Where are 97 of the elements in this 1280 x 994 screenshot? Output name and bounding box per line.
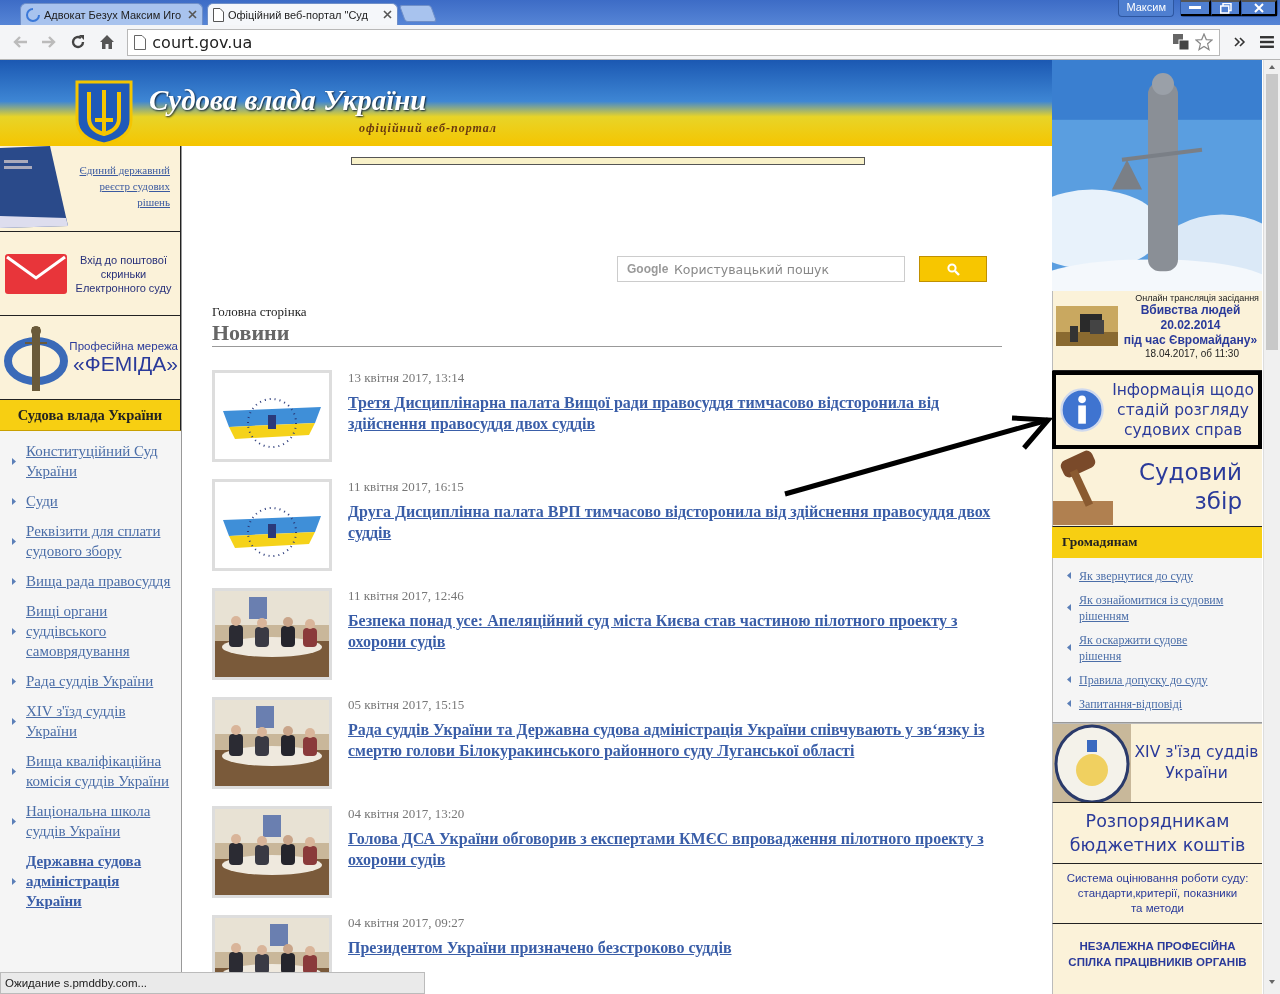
bullet-icon [12, 767, 16, 775]
livestream-caption: Онлайн трансляція засідання [1135, 293, 1259, 304]
search-icon [946, 262, 960, 276]
page-icon [134, 34, 147, 50]
sidebar-link[interactable]: Реквізити для сплати судового збору [26, 521, 171, 561]
status-bar: Ожидание s.pmddby.com... [0, 972, 425, 994]
news-link[interactable]: Друга Дисциплінна палата ВРП тимчасово відсторонила від здійснення правосуддя двох суддів [348, 501, 998, 543]
sidebar-link[interactable]: Як оскаржити судове рішення [1079, 631, 1229, 664]
congress-banner-text: XIV з'їзд суддів України [1133, 741, 1260, 784]
court-fee-text: Судовий збір [1137, 458, 1243, 517]
bullet-icon [1067, 700, 1071, 707]
news-date: 11 квітня 2017, 12:46 [348, 588, 465, 604]
star-icon[interactable] [1195, 33, 1214, 51]
bullet-icon [12, 627, 16, 635]
bullet-icon [1067, 604, 1071, 611]
sidebar-heading: Судова влада України [0, 400, 181, 431]
news-date: 13 квітня 2017, 13:14 [348, 370, 466, 386]
new-tab-button[interactable] [398, 5, 438, 22]
browser-tab[interactable]: Офіційний веб-портал "Суд [207, 3, 398, 25]
info-banner[interactable]: Інформація щодо стадій розгляду судових справ [1052, 371, 1262, 449]
sidebar-link[interactable]: Вища кваліфікаційна комісія суддів України [26, 751, 171, 791]
budget-banner-text: Розпорядникам бюджетних коштів [1069, 809, 1246, 857]
femida-banner[interactable]: Професійна мережа «ФЕМІДА» [0, 316, 181, 400]
registry-link[interactable]: Єдиний державний реєстр судових рішень [70, 146, 180, 210]
close-icon[interactable] [188, 10, 197, 19]
search-button[interactable] [919, 256, 987, 282]
sidebar-link[interactable]: Як ознайомитися із судовим рішенням [1079, 591, 1229, 624]
livestream-title: Вбивства людей 20.02.2014 під час Євромайдану» [1122, 303, 1258, 348]
search-brand: Google [627, 262, 669, 276]
femida-caption: Професійна мережа [69, 339, 178, 352]
restore-button[interactable] [1211, 0, 1241, 16]
page-icon [213, 7, 224, 22]
section-heading: Новини [212, 320, 1002, 347]
sidebar-link[interactable]: Державна судова адміністрація України [26, 851, 171, 911]
site-subtitle: офіційний веб-портал [359, 121, 497, 136]
evaluation-banner-text: Система оцінювання роботи суду: стандарти,критерії, показники та методи [1066, 871, 1249, 917]
bullet-icon [12, 537, 16, 545]
bullet-icon [12, 577, 16, 585]
femida-title: «ФЕМІДА» [73, 351, 178, 376]
sidebar-link[interactable]: Рада суддів України [26, 671, 171, 691]
news-link[interactable]: Безпека понад усе: Апеляційний суд міста Києва став частиною пілотного проекту з охорони судів [348, 610, 998, 652]
sidebar-link[interactable]: Суди [26, 491, 171, 511]
bullet-icon [1067, 572, 1071, 579]
bullet-icon [12, 877, 16, 885]
news-link[interactable]: Рада суддів України та Державна судова адміністрація України співчувають у зв‘язку із смертю голови Білокуракинського районного суду Луганської області [348, 719, 998, 761]
bullet-icon [12, 817, 16, 825]
site-title: Судова влада України [149, 84, 428, 117]
sidebar-link[interactable]: Вищі органи суддівського самоврядування [26, 601, 171, 661]
budget-banner[interactable]: Розпорядникам бюджетних коштів [1052, 802, 1262, 865]
mail-banner[interactable]: Вхід до поштової скриньки Електронного суду [0, 232, 181, 316]
sidebar-link[interactable]: Вища рада правосуддя [26, 571, 171, 591]
trident-shield-icon[interactable] [75, 80, 133, 146]
news-date: 04 квітня 2017, 09:27 [348, 915, 466, 931]
congress-banner[interactable]: XIV з'їзд суддів України [1052, 722, 1262, 803]
news-date: 11 квітня 2017, 16:15 [348, 479, 465, 495]
address-bar[interactable]: court.gov.ua [127, 28, 1221, 56]
breadcrumb[interactable]: Головна сторінка [212, 304, 1002, 320]
sidebar-link[interactable]: Національна школа суддів України [26, 801, 171, 841]
envelope-icon [5, 253, 67, 294]
scrollbar[interactable] [1263, 60, 1280, 994]
mail-banner-text: Вхід до поштової скриньки Електронного суду [74, 252, 173, 295]
loading-spinner-icon [26, 7, 40, 22]
news-date: 05 квітня 2017, 15:15 [348, 697, 466, 713]
bullet-icon [12, 677, 16, 685]
livestream-banner[interactable]: Онлайн трансляція засідання Вбивства людей 20.02.2014 під час Євромайдану» 18.04.2017, об 11:30 [1052, 291, 1262, 372]
evaluation-banner[interactable]: Система оцінювання роботи суду: стандарти,критерії, показники та методи [1052, 864, 1262, 925]
court-fee-banner[interactable]: Судовий збір [1052, 448, 1262, 527]
news-date: 04 квітня 2017, 13:20 [348, 806, 466, 822]
livestream-time: 18.04.2017, об 11:30 [1145, 348, 1239, 360]
minimize-icon [1189, 6, 1201, 10]
news-link[interactable]: Третя Дисциплінарна палата Вищої ради правосуддя тимчасово відсторонила від здійснення правосуддя двох суддів [348, 392, 998, 434]
bullet-icon [12, 717, 16, 725]
bullet-icon [12, 457, 16, 465]
union-banner[interactable]: НЕЗАЛЕЖНА ПРОФЕСІЙНА СПІЛКА ПРАЦІВНИКІВ ОРГАНІВ [1052, 924, 1262, 994]
minimize-button[interactable] [1181, 0, 1211, 16]
news-link[interactable]: Голова ДСА України обговорив з експертами КМЄС впровадження пілотного проекту з охорони судів [348, 828, 998, 870]
bullet-icon [1067, 676, 1071, 683]
user-button[interactable]: Максим [1118, 0, 1174, 17]
union-banner-text: НЕЗАЛЕЖНА ПРОФЕСІЙНА СПІЛКА ПРАЦІВНИКІВ ОРГАНІВ [1068, 939, 1247, 971]
info-banner-text: Інформація щодо стадій розгляду судових справ [1112, 379, 1254, 440]
registry-banner[interactable]: Єдиний державний реєстр судових рішень [0, 146, 181, 232]
sidebar-link[interactable]: Правила допуску до суду [1079, 671, 1229, 688]
book-icon [0, 146, 70, 230]
sidebar-link[interactable]: Конституційний Суд України [26, 441, 171, 481]
close-icon [1253, 3, 1264, 13]
sidebar-link[interactable]: Запитання-відповіді [1079, 695, 1229, 712]
close-button[interactable] [1241, 0, 1277, 16]
news-link[interactable]: Президентом України призначено безстроково суддів [348, 937, 732, 958]
bullet-icon [12, 497, 16, 505]
menu-icon[interactable] [1260, 36, 1274, 48]
bullet-icon [1067, 644, 1071, 651]
browser-tab[interactable]: Адвокат Безух Максим Иго [20, 3, 203, 25]
sidebar-link[interactable]: XIV з'їзд суддів України [26, 701, 171, 741]
sidebar-link[interactable]: Як звернутися до суду [1079, 567, 1229, 584]
sidebar-heading: Громадянам [1052, 526, 1262, 558]
close-icon[interactable] [383, 10, 392, 19]
translate-icon[interactable] [1173, 34, 1190, 50]
